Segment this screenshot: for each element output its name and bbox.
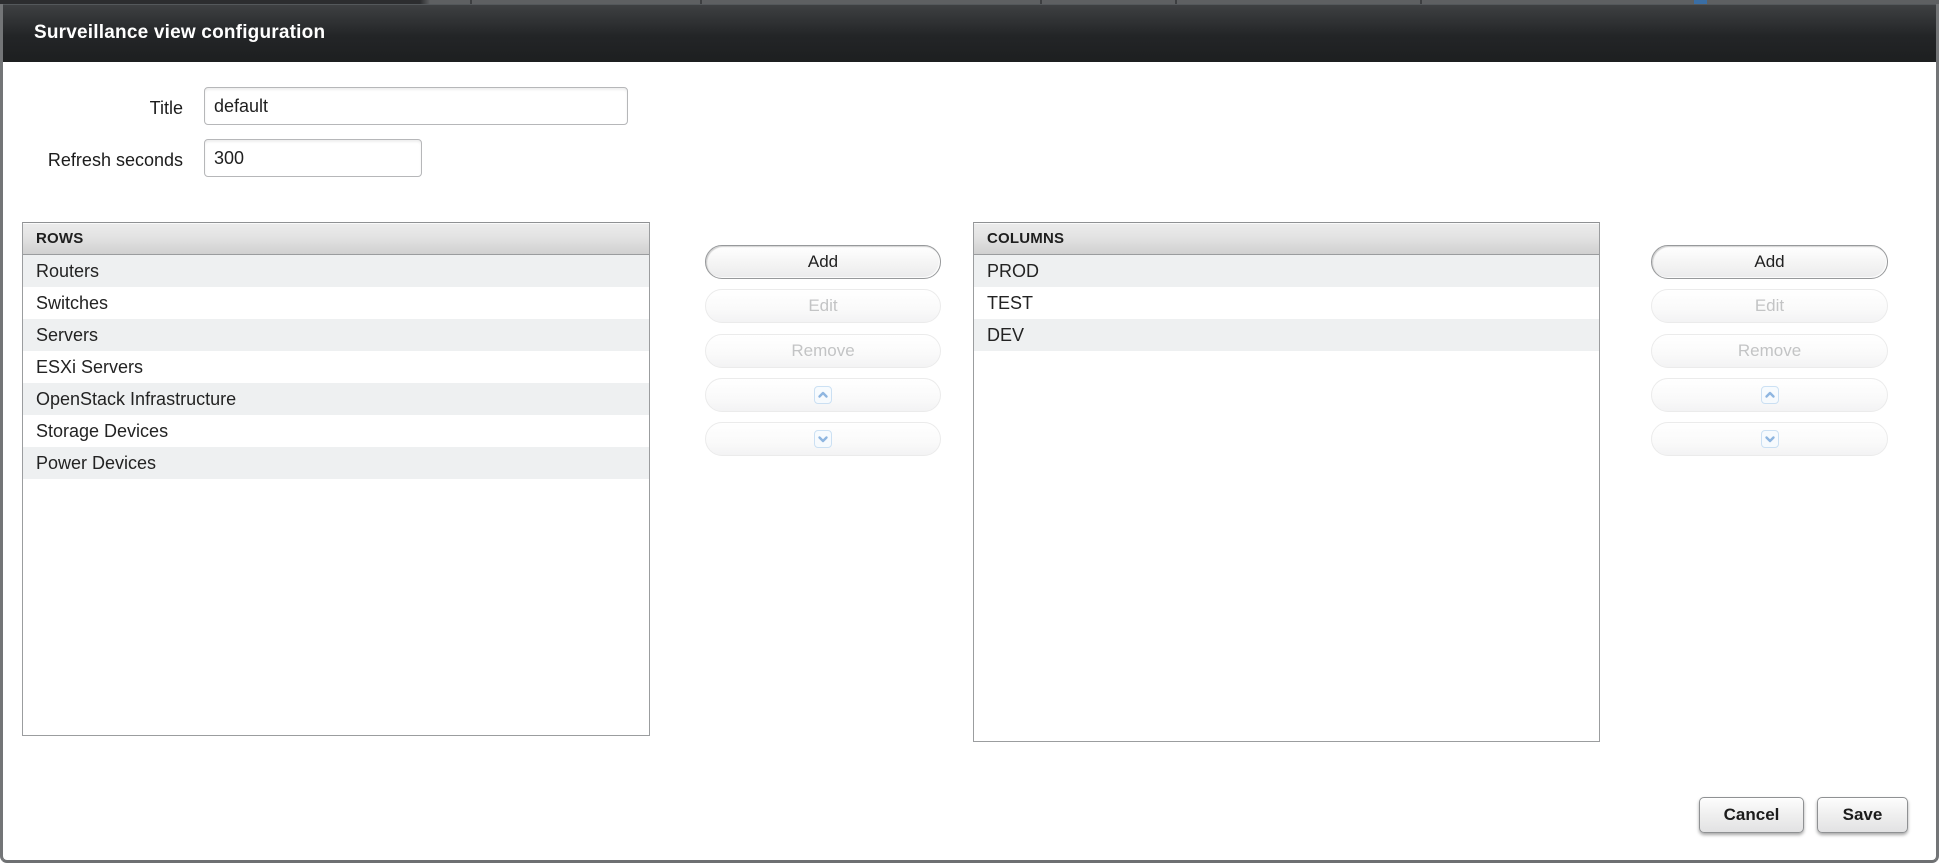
- columns-list-item[interactable]: TEST: [974, 287, 1599, 319]
- columns-edit-button: Edit: [1651, 289, 1888, 323]
- columns-panel: COLUMNS PRODTESTDEV: [973, 222, 1600, 742]
- rows-list-item[interactable]: Servers: [23, 319, 649, 351]
- dialog-content: Title Refresh seconds ROWS RoutersSwitch…: [3, 62, 1936, 857]
- columns-add-button[interactable]: Add: [1651, 245, 1888, 279]
- chevron-up-icon: [814, 386, 832, 404]
- columns-list: PRODTESTDEV: [974, 255, 1599, 351]
- dialog-title: Surveillance view configuration: [3, 22, 325, 44]
- refresh-seconds-input[interactable]: [204, 139, 422, 177]
- columns-list-item[interactable]: PROD: [974, 255, 1599, 287]
- rows-list: RoutersSwitchesServersESXi ServersOpenSt…: [23, 255, 649, 479]
- rows-move-up-button: [705, 378, 941, 412]
- cancel-button[interactable]: Cancel: [1699, 797, 1804, 833]
- rows-panel: ROWS RoutersSwitchesServersESXi ServersO…: [22, 222, 650, 736]
- rows-panel-header: ROWS: [23, 223, 649, 255]
- rows-list-item[interactable]: ESXi Servers: [23, 351, 649, 383]
- surveillance-view-config-dialog: Surveillance view configuration Title Re…: [0, 4, 1939, 863]
- rows-move-down-button: [705, 422, 941, 456]
- rows-list-item[interactable]: OpenStack Infrastructure: [23, 383, 649, 415]
- columns-remove-button: Remove: [1651, 334, 1888, 368]
- chevron-up-icon: [1761, 386, 1779, 404]
- rows-edit-button: Edit: [705, 289, 941, 323]
- columns-list-item[interactable]: DEV: [974, 319, 1599, 351]
- columns-move-up-button: [1651, 378, 1888, 412]
- columns-move-down-button: [1651, 422, 1888, 456]
- rows-list-item[interactable]: Switches: [23, 287, 649, 319]
- save-button[interactable]: Save: [1817, 797, 1908, 833]
- rows-add-button[interactable]: Add: [705, 245, 941, 279]
- rows-list-item[interactable]: Routers: [23, 255, 649, 287]
- columns-panel-header: COLUMNS: [974, 223, 1599, 255]
- title-field-label: Title: [33, 98, 183, 118]
- chevron-down-icon: [814, 430, 832, 448]
- title-input[interactable]: [204, 87, 628, 125]
- chevron-down-icon: [1761, 430, 1779, 448]
- rows-list-item[interactable]: Storage Devices: [23, 415, 649, 447]
- dialog-titlebar: Surveillance view configuration: [3, 4, 1936, 62]
- rows-remove-button: Remove: [705, 334, 941, 368]
- rows-list-item[interactable]: Power Devices: [23, 447, 649, 479]
- refresh-seconds-field-label: Refresh seconds: [33, 150, 183, 170]
